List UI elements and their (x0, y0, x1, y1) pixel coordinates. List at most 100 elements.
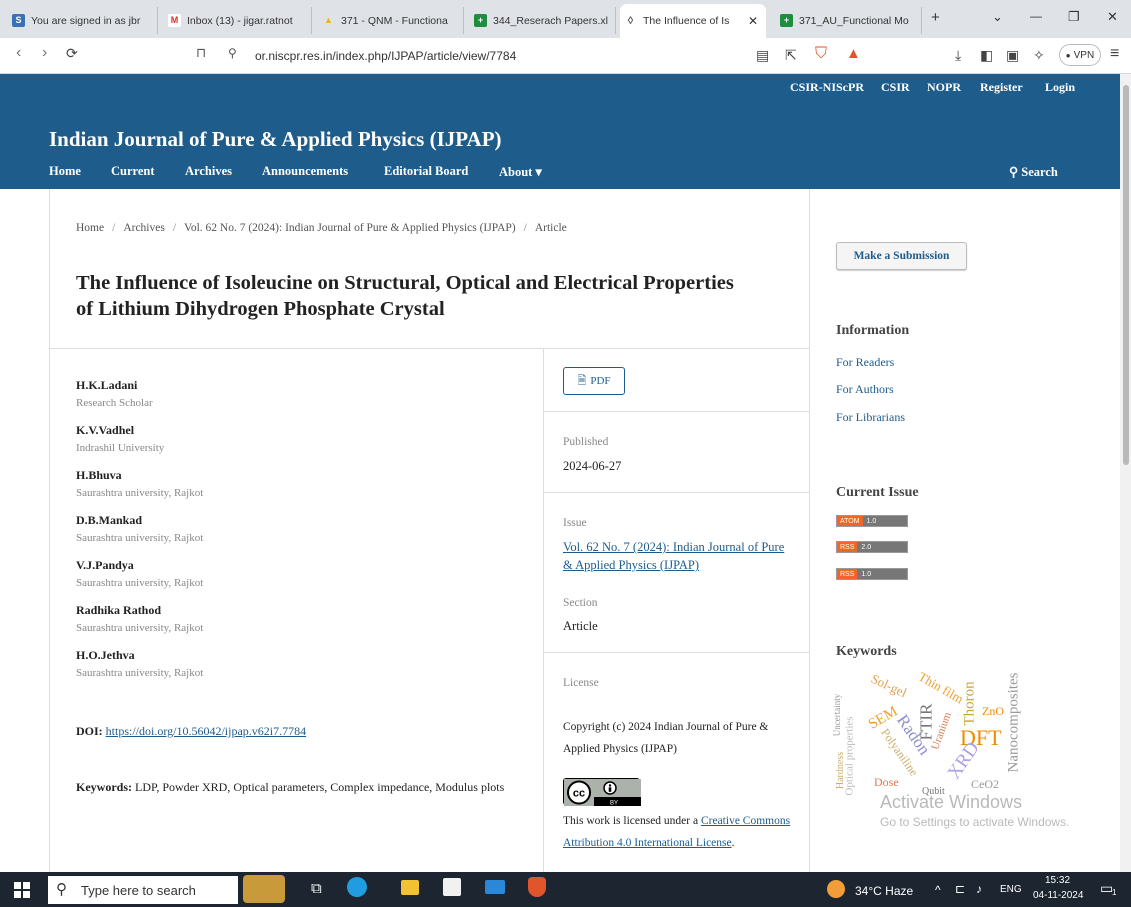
keyword-thoron[interactable]: Thoron (962, 681, 979, 725)
site-title[interactable]: Indian Journal of Pure & Applied Physics… (49, 127, 502, 152)
link-for-authors[interactable]: For Authors (836, 382, 894, 397)
tab-qnm[interactable]: ▲ 371 - QNM - Functiona (318, 7, 464, 34)
feed-version: 1.0 (862, 516, 907, 526)
make-submission-button[interactable]: Make a Submission (836, 242, 967, 270)
tab-inbox[interactable]: M Inbox (13) - jigar.ratnot (164, 7, 312, 34)
breadcrumb-home[interactable]: Home (76, 222, 104, 234)
tab-signed-in[interactable]: S You are signed in as jbr (8, 7, 158, 34)
search-highlight-icon[interactable] (243, 875, 285, 903)
sidebar-icon[interactable]: ◧ (980, 47, 993, 64)
top-link-csir-niscpr[interactable]: CSIR-NIScPR (790, 80, 864, 95)
address-bar (0, 38, 1131, 74)
edge-icon[interactable] (347, 877, 367, 897)
tab-functional-mo[interactable]: + 371_AU_Functional Mo (776, 7, 922, 34)
task-view-icon[interactable]: ⧉ (311, 880, 322, 897)
volume-icon[interactable]: ♪ (976, 882, 982, 896)
site-info-icon[interactable]: ⚲ (228, 46, 237, 60)
column-divider (543, 349, 544, 872)
brave-shield-icon[interactable]: ⛉ (815, 45, 827, 63)
wallet-icon[interactable]: ▣ (1006, 47, 1019, 64)
tab-search-chevron-icon[interactable]: ⌄ (992, 9, 1003, 25)
breadcrumb-archives[interactable]: Archives (123, 222, 165, 234)
top-link-nopr[interactable]: NOPR (927, 80, 961, 95)
download-icon[interactable]: ⤓ (955, 47, 961, 64)
issue-link[interactable]: Vol. 62 No. 7 (2024): Indian Journal of … (563, 538, 788, 574)
keyword-nanocomposites[interactable]: Nanocomposites (1005, 673, 1022, 773)
vpn-button[interactable]: ● VPN (1059, 44, 1101, 66)
new-tab-button[interactable]: + (931, 9, 940, 26)
feed-version: 2.0 (857, 542, 907, 552)
top-link-login[interactable]: Login (1045, 80, 1075, 95)
keyword-sol-gel[interactable]: Sol-gel (868, 671, 909, 701)
tab-label: You are signed in as jbr (31, 14, 141, 27)
url-input[interactable]: or.niscpr.res.in/index.php/IJPAP/article… (255, 49, 516, 63)
rss1-feed-badge[interactable]: RSS 1.0 (836, 568, 908, 580)
language-indicator[interactable]: ENG (1000, 884, 1022, 895)
top-link-register[interactable]: Register (980, 80, 1023, 95)
menu-icon[interactable]: ≡ (1110, 45, 1119, 63)
keyword-uncertainty[interactable]: Uncertainty (832, 694, 842, 736)
file-explorer-icon[interactable] (401, 880, 419, 895)
author-name: V.J.Pandya (76, 558, 134, 572)
weather-text[interactable]: 34°C Haze (855, 884, 913, 898)
reader-icon[interactable]: ▤ (756, 47, 769, 64)
bookmark-icon[interactable]: ⊓ (196, 45, 206, 61)
doi-link[interactable]: https://doi.org/10.56042/ijpap.v62i7.778… (106, 724, 306, 738)
keyword-zno[interactable]: ZnO (982, 704, 1004, 719)
nav-archives[interactable]: Archives (185, 164, 232, 179)
back-icon[interactable]: ‹ (16, 44, 21, 62)
nav-about[interactable]: About ▾ (499, 164, 542, 180)
breadcrumb-issue[interactable]: Vol. 62 No. 7 (2024): Indian Journal of … (184, 222, 516, 234)
feed-type: RSS (837, 569, 858, 579)
link-for-librarians[interactable]: For Librarians (836, 410, 905, 425)
nav-current[interactable]: Current (111, 164, 155, 179)
breadcrumb-current: Article (534, 222, 567, 234)
cc-by-license-badge[interactable]: cc BY (563, 778, 641, 807)
nav-editorial-board[interactable]: Editorial Board (384, 164, 468, 179)
clock-date[interactable]: 04-11-2024 (1033, 890, 1083, 901)
minimize-icon[interactable]: — (1030, 9, 1042, 23)
keyword-optical-properties[interactable]: Optical properties (844, 716, 856, 795)
rss2-feed-badge[interactable]: RSS 2.0 (836, 541, 908, 553)
mail-icon[interactable] (485, 880, 505, 894)
close-tab-icon[interactable]: ✕ (748, 14, 758, 28)
tab-label: 344_Reserach Papers.xl (493, 14, 608, 27)
extension-icon[interactable]: ✧ (1033, 47, 1045, 64)
activate-windows-watermark: Activate Windows (880, 792, 1023, 812)
scrollbar-thumb[interactable] (1123, 85, 1129, 465)
gmail-icon: M (168, 14, 181, 27)
close-window-icon[interactable]: ✕ (1107, 9, 1118, 25)
tab-label: Inbox (13) - jigar.ratnot (187, 14, 293, 27)
vpn-label: VPN (1073, 49, 1095, 61)
nav-announcements[interactable]: Announcements (262, 164, 348, 179)
tab-research-papers[interactable]: + 344_Reserach Papers.xl (470, 7, 616, 34)
pdf-button[interactable]: 🗎 PDF (563, 367, 625, 395)
store-icon[interactable] (443, 878, 461, 896)
keyword-ceo2[interactable]: CeO2 (971, 777, 999, 792)
restore-icon[interactable]: ❐ (1068, 9, 1080, 25)
rewards-icon[interactable]: ▲ (846, 45, 861, 62)
author-name: D.B.Mankad (76, 513, 143, 527)
reload-icon[interactable]: ⟳ (66, 45, 78, 62)
link-for-readers[interactable]: For Readers (836, 355, 894, 370)
activate-windows-hint: Go to Settings to activate Windows. (880, 815, 1070, 829)
network-icon[interactable]: ⊏ (955, 882, 965, 896)
top-link-csir[interactable]: CSIR (881, 80, 910, 95)
clock-time[interactable]: 15:32 (1045, 875, 1070, 886)
atom-feed-badge[interactable]: ATOM 1.0 (836, 515, 908, 527)
brave-browser-icon[interactable] (528, 877, 546, 897)
forward-icon[interactable]: › (42, 44, 47, 62)
tray-chevron-icon[interactable]: ^ (935, 883, 941, 897)
taskbar-search-input[interactable]: Type here to search (48, 876, 238, 904)
keyword-dose[interactable]: Dose (874, 775, 899, 790)
search-button[interactable]: ⚲ Search (1009, 164, 1058, 180)
windows-start-icon[interactable] (14, 882, 30, 898)
google-drive-icon: ▲ (324, 15, 333, 25)
keywords-label: Keywords: (76, 780, 132, 794)
author-affiliation: Saurashtra university, Rajkot (76, 577, 204, 589)
tab-influence-active[interactable]: ◊ The Influence of Is ✕ (620, 4, 766, 38)
keyword-thin-film[interactable]: Thin film (915, 669, 966, 708)
published-label: Published (563, 436, 609, 448)
share-icon[interactable]: ⇱ (785, 47, 797, 64)
nav-home[interactable]: Home (49, 164, 81, 179)
